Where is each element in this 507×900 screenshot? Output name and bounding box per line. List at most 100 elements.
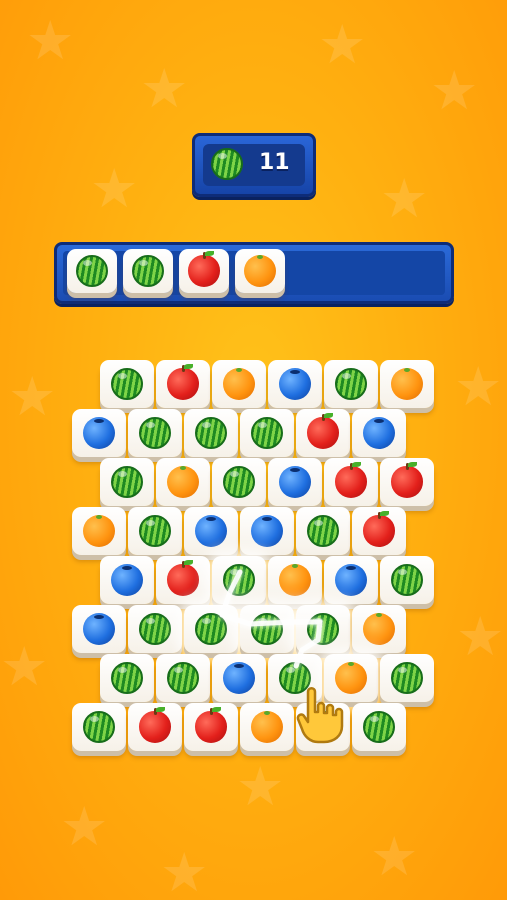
orange-icon [223, 368, 255, 400]
watermelon-icon [111, 368, 143, 400]
blueberry-icon [363, 417, 395, 449]
board-tile[interactable] [128, 507, 184, 561]
watermelon-icon [363, 711, 395, 743]
board-tile[interactable] [268, 360, 324, 414]
target-counter: 11 [192, 133, 316, 197]
board-tile[interactable] [100, 360, 156, 414]
board-tile[interactable] [100, 556, 156, 610]
board-tile[interactable] [100, 654, 156, 708]
background-star-icon: ★ [370, 825, 419, 888]
board-tile[interactable] [72, 605, 128, 659]
board-tile[interactable] [352, 703, 408, 757]
board-tile[interactable] [352, 409, 408, 463]
board-tile[interactable] [100, 458, 156, 512]
board-tile[interactable] [156, 654, 212, 708]
watermelon-icon [139, 515, 171, 547]
board-tile[interactable] [72, 507, 128, 561]
orange-icon [244, 255, 276, 287]
apple-icon [139, 707, 171, 743]
watermelon-icon [307, 515, 339, 547]
background-star-icon: ★ [26, 9, 75, 72]
board-tile[interactable] [212, 556, 268, 610]
background-star-icon: ★ [236, 755, 285, 818]
board-tile[interactable] [268, 556, 324, 610]
orange-icon [251, 711, 283, 743]
board-tile[interactable] [324, 458, 380, 512]
blueberry-icon [195, 515, 227, 547]
board-tile[interactable] [184, 703, 240, 757]
board-tile[interactable] [324, 360, 380, 414]
watermelon-icon [223, 564, 255, 596]
board-tile[interactable] [184, 507, 240, 561]
apple-icon [167, 364, 199, 400]
board-tile[interactable] [156, 556, 212, 610]
board-tile[interactable] [296, 409, 352, 463]
background-star-icon: ★ [90, 157, 139, 220]
blueberry-icon [83, 417, 115, 449]
background-star-icon: ★ [318, 13, 367, 76]
board-tile[interactable] [352, 507, 408, 561]
collection-tray [54, 242, 454, 304]
background-star-icon: ★ [140, 57, 189, 120]
board-tile[interactable] [128, 703, 184, 757]
board-tile[interactable] [212, 360, 268, 414]
watermelon-icon [391, 662, 423, 694]
watermelon-icon [307, 613, 339, 645]
orange-icon [167, 466, 199, 498]
board-tile[interactable] [212, 458, 268, 512]
board-tile[interactable] [380, 556, 436, 610]
watermelon-icon [251, 417, 283, 449]
board-tile[interactable] [380, 360, 436, 414]
board-tile[interactable] [324, 556, 380, 610]
watermelon-icon [251, 613, 283, 645]
board-tile[interactable] [184, 605, 240, 659]
board-tile[interactable] [240, 703, 296, 757]
apple-icon [363, 511, 395, 547]
board-tile[interactable] [72, 703, 128, 757]
tray-slot [179, 249, 235, 303]
board-tile[interactable] [240, 605, 296, 659]
blueberry-icon [223, 662, 255, 694]
blueberry-icon [279, 368, 311, 400]
board-tile[interactable] [128, 605, 184, 659]
board-tile[interactable] [156, 360, 212, 414]
watermelon-icon [211, 148, 243, 180]
background-star-icon: ★ [60, 795, 109, 858]
background-star-icon: ★ [430, 59, 479, 122]
watermelon-icon [391, 564, 423, 596]
board-tile[interactable] [240, 507, 296, 561]
board-tile[interactable] [240, 409, 296, 463]
watermelon-icon [132, 255, 164, 287]
watermelon-icon [83, 711, 115, 743]
board-tile[interactable] [268, 458, 324, 512]
blueberry-icon [251, 515, 283, 547]
board-tile[interactable] [380, 654, 436, 708]
board-tile[interactable] [296, 605, 352, 659]
background-star-icon: ★ [160, 841, 209, 900]
watermelon-icon [139, 613, 171, 645]
orange-icon [391, 368, 423, 400]
board-tile[interactable] [156, 458, 212, 512]
board-tile[interactable] [184, 409, 240, 463]
pointing-hand-icon [296, 687, 344, 744]
board-tile[interactable] [212, 654, 268, 708]
board-tile[interactable] [296, 507, 352, 561]
target-counter-inner: 11 [203, 144, 305, 186]
watermelon-icon [139, 417, 171, 449]
board-tile[interactable] [128, 409, 184, 463]
apple-icon [307, 413, 339, 449]
apple-icon [335, 462, 367, 498]
watermelon-icon [223, 466, 255, 498]
apple-icon [391, 462, 423, 498]
background-star-icon: ★ [380, 167, 429, 230]
tray-slot [67, 249, 123, 303]
watermelon-icon [111, 466, 143, 498]
watermelon-icon [111, 662, 143, 694]
board-tile[interactable] [352, 605, 408, 659]
orange-icon [83, 515, 115, 547]
blueberry-icon [335, 564, 367, 596]
board-tile[interactable] [380, 458, 436, 512]
background-star-icon: ★ [0, 635, 49, 698]
board-tile[interactable] [72, 409, 128, 463]
orange-icon [363, 613, 395, 645]
